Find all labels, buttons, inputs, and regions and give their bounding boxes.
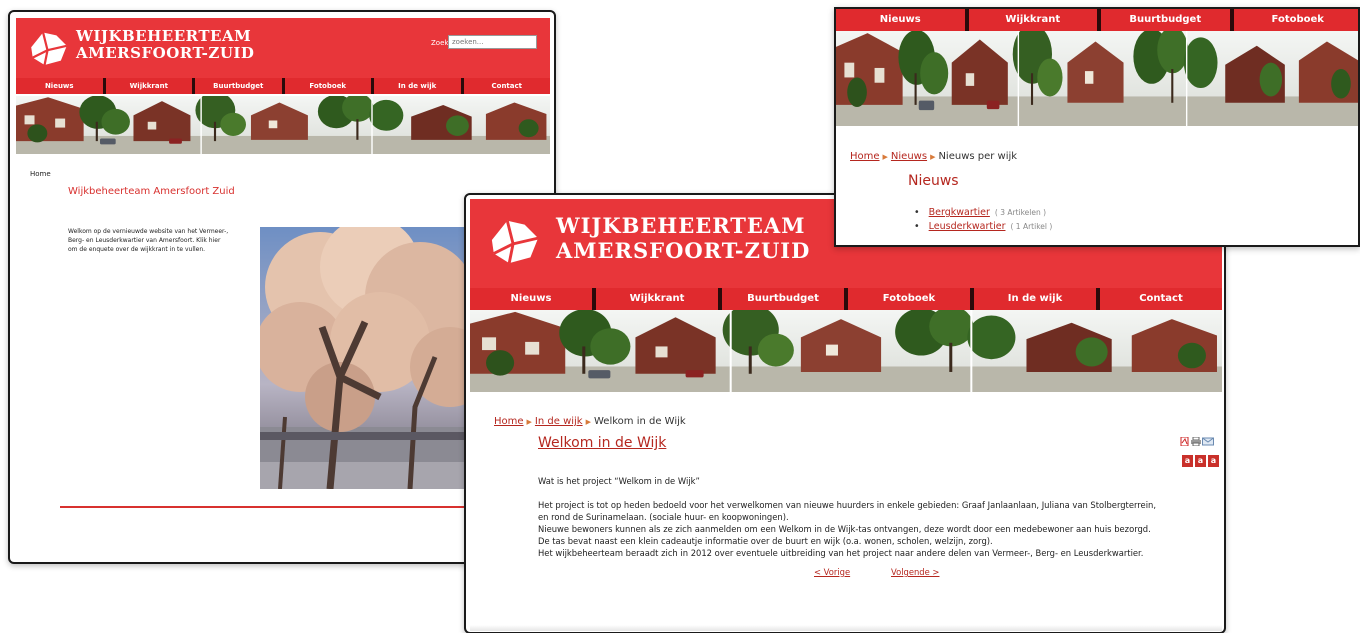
- site-title-line1: WIJKBEHEERTEAM: [556, 213, 806, 238]
- font-size-medium-button[interactable]: a: [1195, 455, 1206, 467]
- breadcrumb-current: Nieuws per wijk: [938, 151, 1018, 162]
- breadcrumb-arrow-icon: ▶: [585, 418, 591, 426]
- welcome-line: om de enquete over de wijkkrant in te vu…: [68, 246, 206, 253]
- composite-screenshot: WIJKBEHEERTEAM AMERSFOORT-ZUID Zoek: Nie…: [0, 0, 1360, 633]
- article-count: ( 1 Artikel ): [1010, 222, 1053, 231]
- breadcrumb-arrow-icon: ▶: [882, 153, 888, 161]
- page-title: Wijkbeheerteam Amersfoort Zuid: [68, 186, 235, 197]
- main-nav: Nieuws Wijkkrant Buurtbudget Fotoboek: [836, 9, 1359, 31]
- welcome-line: Welkom op de vernieuwde website van het …: [68, 228, 229, 235]
- breadcrumb-arrow-icon: ▶: [526, 418, 532, 426]
- neighbourhood-banner-photo: [16, 96, 550, 154]
- breadcrumb-section[interactable]: Nieuws: [891, 151, 927, 162]
- content-divider: [60, 506, 530, 508]
- email-icon[interactable]: [1202, 437, 1214, 446]
- category-link-leusderkwartier[interactable]: Leusderkwartier: [929, 221, 1006, 232]
- welcome-line: Berg- en Leusderkwartier van Amersfoort.…: [68, 237, 221, 244]
- nav-item-in-de-wijk[interactable]: In de wijk: [374, 78, 464, 94]
- breadcrumb-home[interactable]: Home: [30, 170, 51, 178]
- nav-item-fotoboek[interactable]: Fotoboek: [285, 78, 374, 94]
- article-count: ( 3 Artikelen ): [994, 208, 1047, 217]
- list-item: Leusderkwartier ( 1 Artikel ): [914, 220, 1053, 234]
- nav-item-buurtbudget[interactable]: Buurtbudget: [722, 288, 848, 310]
- breadcrumb: Home: [30, 170, 51, 178]
- breadcrumb: Home ▶ In de wijk ▶ Welkom in de Wijk: [494, 416, 686, 427]
- page-title: Nieuws: [908, 173, 959, 189]
- nav-item-buurtbudget[interactable]: Buurtbudget: [1101, 9, 1234, 31]
- print-icon[interactable]: [1191, 437, 1201, 446]
- site-title-line1: WIJKBEHEERTEAM: [76, 27, 252, 45]
- article-paragraph: en rond de Surinamelaan. (sociale huur- …: [538, 512, 789, 522]
- neighbourhood-banner-photo: [836, 31, 1360, 126]
- site-title-line2: AMERSFOORT-ZUID: [556, 238, 811, 263]
- logo-icon[interactable]: [26, 28, 72, 68]
- neighbourhood-banner-photo: [470, 310, 1222, 392]
- category-link-bergkwartier[interactable]: Bergkwartier: [929, 207, 990, 218]
- font-size-large-button[interactable]: a: [1208, 455, 1219, 467]
- breadcrumb-home[interactable]: Home: [850, 151, 880, 162]
- nav-item-in-de-wijk[interactable]: In de wijk: [974, 288, 1100, 310]
- page-footer-edge: [470, 625, 1222, 631]
- next-link[interactable]: Volgende >: [891, 567, 939, 577]
- news-window: Nieuws Wijkkrant Buurtbudget Fotoboek Ho…: [834, 7, 1360, 247]
- frosted-tree-photo: [260, 227, 475, 489]
- site-title[interactable]: WIJKBEHEERTEAM AMERSFOORT-ZUID: [76, 28, 254, 62]
- article-paragraph: Het wijkbeheerteam beraadt zich in 2012 …: [538, 548, 1144, 558]
- pdf-icon[interactable]: [1180, 437, 1190, 446]
- font-size-small-button[interactable]: a: [1182, 455, 1193, 467]
- article-intro: Wat is het project “Welkom in de Wijk”: [538, 476, 700, 486]
- nav-item-nieuws[interactable]: Nieuws: [836, 9, 969, 31]
- nav-item-fotoboek[interactable]: Fotoboek: [1234, 9, 1359, 31]
- main-nav: Nieuws Wijkkrant Buurtbudget Fotoboek In…: [16, 78, 550, 94]
- nav-item-contact[interactable]: Contact: [1100, 288, 1222, 310]
- previous-link[interactable]: < Vorige: [814, 567, 850, 577]
- article-title[interactable]: Welkom in de Wijk: [538, 435, 666, 451]
- search-input[interactable]: [448, 35, 537, 49]
- nav-item-wijkkrant[interactable]: Wijkkrant: [106, 78, 195, 94]
- article-paragraph: Nieuwe bewoners kunnen als ze zich aanme…: [538, 524, 1151, 534]
- site-title-line2: AMERSFOORT-ZUID: [76, 44, 255, 62]
- site-title[interactable]: WIJKBEHEERTEAM AMERSFOORT-ZUID: [556, 213, 810, 263]
- breadcrumb-arrow-icon: ▶: [930, 153, 936, 161]
- nav-item-nieuws[interactable]: Nieuws: [16, 78, 106, 94]
- article-paragraph: De tas bevat naast een klein cadeautje i…: [538, 536, 993, 546]
- nav-item-nieuws[interactable]: Nieuws: [470, 288, 596, 310]
- article-window: WIJKBEHEERTEAM AMERSFOORT-ZUID Nieuws Wi…: [464, 193, 1226, 633]
- main-nav: Nieuws Wijkkrant Buurtbudget Fotoboek In…: [470, 288, 1222, 310]
- nav-item-fotoboek[interactable]: Fotoboek: [848, 288, 974, 310]
- nav-item-wijkkrant[interactable]: Wijkkrant: [596, 288, 722, 310]
- breadcrumb: Home ▶ Nieuws ▶ Nieuws per wijk: [850, 151, 1017, 162]
- breadcrumb-home[interactable]: Home: [494, 416, 524, 427]
- welcome-text: Welkom op de vernieuwde website van het …: [68, 227, 248, 254]
- list-item: Bergkwartier ( 3 Artikelen ): [914, 206, 1052, 220]
- breadcrumb-section[interactable]: In de wijk: [535, 416, 583, 427]
- article-paragraph: Het project is tot op heden bedoeld voor…: [538, 500, 1156, 510]
- logo-icon[interactable]: [486, 215, 544, 267]
- nav-item-buurtbudget[interactable]: Buurtbudget: [195, 78, 285, 94]
- breadcrumb-current: Welkom in de Wijk: [593, 416, 686, 427]
- nav-item-wijkkrant[interactable]: Wijkkrant: [969, 9, 1101, 31]
- news-category-list: Bergkwartier ( 3 Artikelen ) Leusderkwart…: [914, 206, 1053, 234]
- article-body: Wat is het project “Welkom in de Wijk” H…: [538, 475, 1208, 559]
- nav-item-contact[interactable]: Contact: [464, 78, 551, 94]
